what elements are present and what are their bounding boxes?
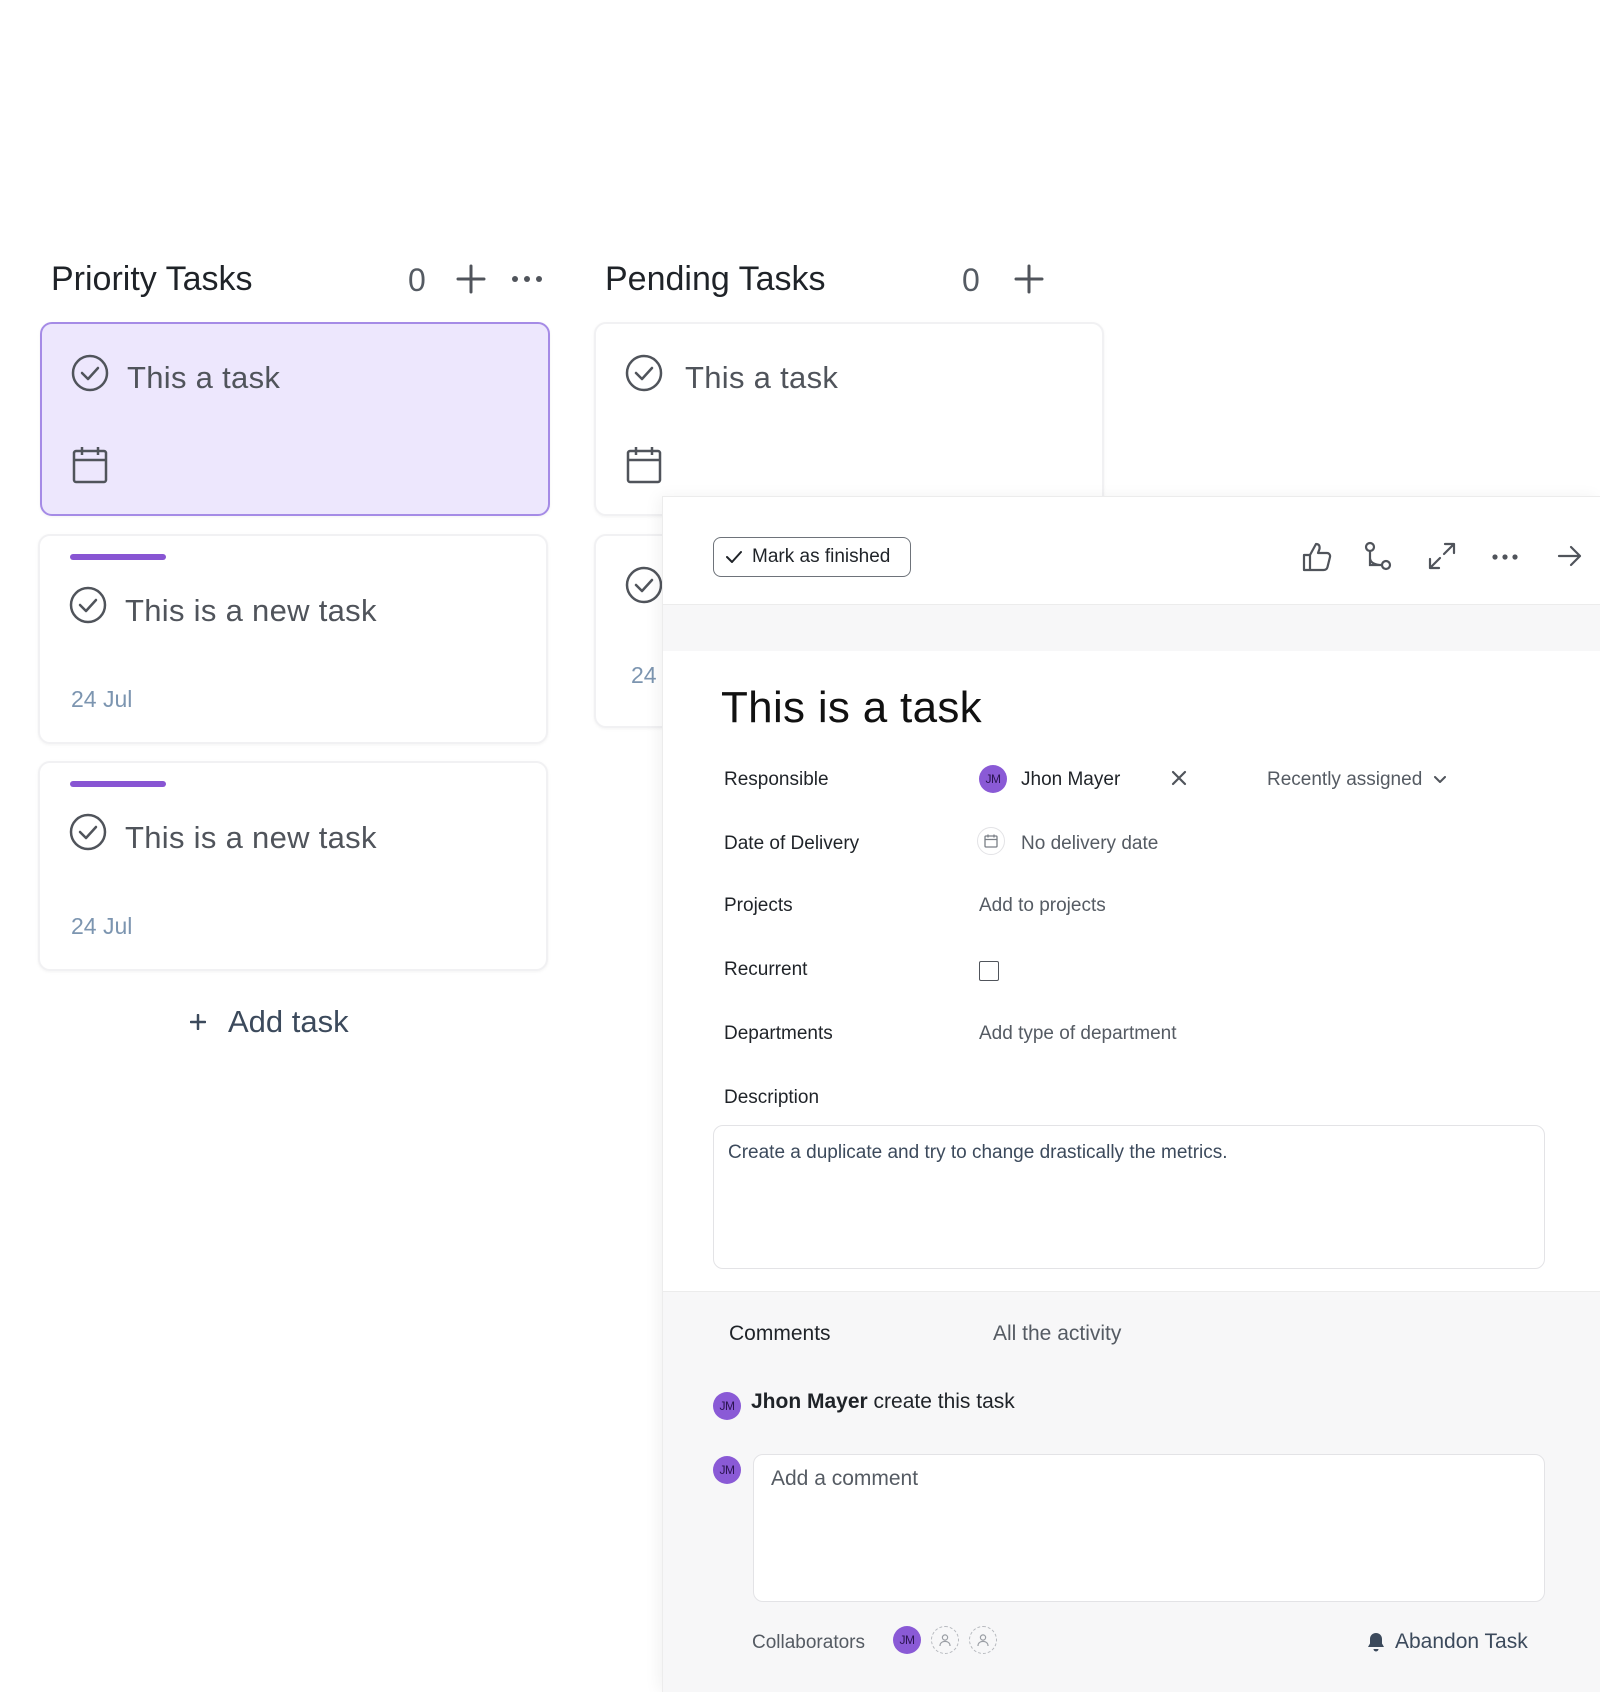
collaborators-label: Collaborators (752, 1632, 865, 1653)
collaborator-avatar[interactable]: JM (893, 1626, 921, 1654)
task-date: 24 Jul (71, 913, 133, 939)
projects-label: Projects (724, 895, 793, 916)
check-circle-icon[interactable] (625, 566, 663, 604)
activity-entry: Jhon Mayer create this task (751, 1390, 1015, 1414)
column-header: Pending Tasks 0 (594, 258, 1104, 304)
add-task-plus-icon[interactable] (1012, 262, 1046, 296)
detail-header-strip (663, 605, 1600, 651)
task-card[interactable]: This a task (40, 322, 550, 516)
task-date: 24 Jul (71, 686, 133, 712)
task-date: 24 (631, 662, 657, 688)
calendar-icon[interactable] (72, 446, 108, 484)
close-icon[interactable] (1171, 770, 1187, 786)
tab-all-activity[interactable]: All the activity (993, 1322, 1121, 1346)
check-circle-icon[interactable] (625, 354, 663, 392)
column-pending-tasks: Pending Tasks 0 (594, 258, 1104, 304)
column-task-count: 0 (962, 262, 980, 298)
description-label: Description (724, 1087, 820, 1108)
task-card[interactable]: This is a new task 24 Jul (38, 761, 548, 971)
check-circle-icon[interactable] (71, 354, 109, 392)
tab-comments[interactable]: Comments (729, 1322, 831, 1346)
thumbs-up-icon[interactable] (1301, 541, 1333, 573)
task-title: This a task (127, 360, 281, 395)
responsible-label: Responsible (724, 769, 829, 790)
column-more-icon[interactable] (510, 274, 544, 284)
column-priority-tasks: Priority Tasks 0 (40, 258, 550, 304)
avatar: JM (713, 1456, 741, 1484)
task-title: This is a new task (125, 820, 377, 855)
task-card[interactable]: This is a new task 24 Jul (38, 534, 548, 744)
add-to-projects[interactable]: Add to projects (979, 895, 1106, 917)
more-icon[interactable] (1491, 553, 1519, 561)
check-circle-icon[interactable] (69, 813, 107, 851)
column-header: Priority Tasks 0 (40, 258, 550, 304)
bell-icon (1367, 1632, 1385, 1652)
task-title: This a task (685, 360, 839, 395)
check-circle-icon[interactable] (69, 586, 107, 624)
recently-assigned-dropdown[interactable]: Recently assigned (1267, 769, 1447, 791)
add-task-plus-icon[interactable] (454, 262, 488, 296)
mark-as-finished-button[interactable]: Mark as finished (713, 537, 911, 577)
recently-assigned-label: Recently assigned (1267, 769, 1423, 790)
activity-text: create this task (873, 1390, 1015, 1413)
task-card[interactable]: This a task (594, 322, 1104, 516)
task-title: This is a new task (125, 593, 377, 628)
priority-accent-bar (70, 781, 166, 787)
responsible-name[interactable]: Jhon Mayer (1021, 769, 1120, 791)
description-field[interactable]: Create a duplicate and try to change dra… (713, 1125, 1545, 1269)
departments-label: Departments (724, 1023, 833, 1044)
priority-accent-bar (70, 554, 166, 560)
recurrent-checkbox[interactable] (979, 961, 999, 981)
delivery-date-label: Date of Delivery (724, 833, 860, 854)
recurrent-label: Recurrent (724, 959, 808, 980)
add-task-label: Add task (228, 1004, 349, 1039)
add-collaborator-user-icon[interactable] (931, 1626, 959, 1654)
task-detail-title[interactable]: This is a task (721, 683, 982, 733)
chevron-down-icon (1434, 776, 1447, 784)
plus-icon (190, 1014, 206, 1030)
mark-as-finished-label: Mark as finished (752, 546, 891, 567)
add-task-button[interactable]: Add task (190, 1004, 349, 1040)
column-title: Priority Tasks (51, 260, 253, 298)
expand-icon[interactable] (1427, 541, 1457, 571)
close-panel-arrow-icon[interactable] (1557, 543, 1583, 569)
column-title: Pending Tasks (605, 260, 826, 298)
delivery-date-value[interactable]: No delivery date (1021, 833, 1158, 855)
activity-author: Jhon Mayer (751, 1390, 868, 1413)
calendar-icon[interactable] (626, 446, 662, 484)
column-task-count: 0 (408, 262, 426, 298)
add-department[interactable]: Add type of department (979, 1023, 1177, 1045)
calendar-icon[interactable] (977, 827, 1005, 855)
detail-toolbar: Mark as finished (663, 497, 1600, 605)
avatar: JM (979, 765, 1007, 793)
checkmark-icon (726, 550, 742, 564)
task-detail-panel: Mark as finished This is a task Responsi… (662, 496, 1600, 1692)
abandon-task-label: Abandon Task (1395, 1630, 1528, 1653)
add-collaborator-user-icon[interactable] (969, 1626, 997, 1654)
subtask-icon[interactable] (1363, 541, 1393, 573)
abandon-task-button[interactable]: Abandon Task (1367, 1630, 1528, 1654)
comment-input[interactable] (753, 1454, 1545, 1602)
avatar: JM (713, 1392, 741, 1420)
comments-section: Comments All the activity JM Jhon Mayer … (663, 1291, 1600, 1692)
